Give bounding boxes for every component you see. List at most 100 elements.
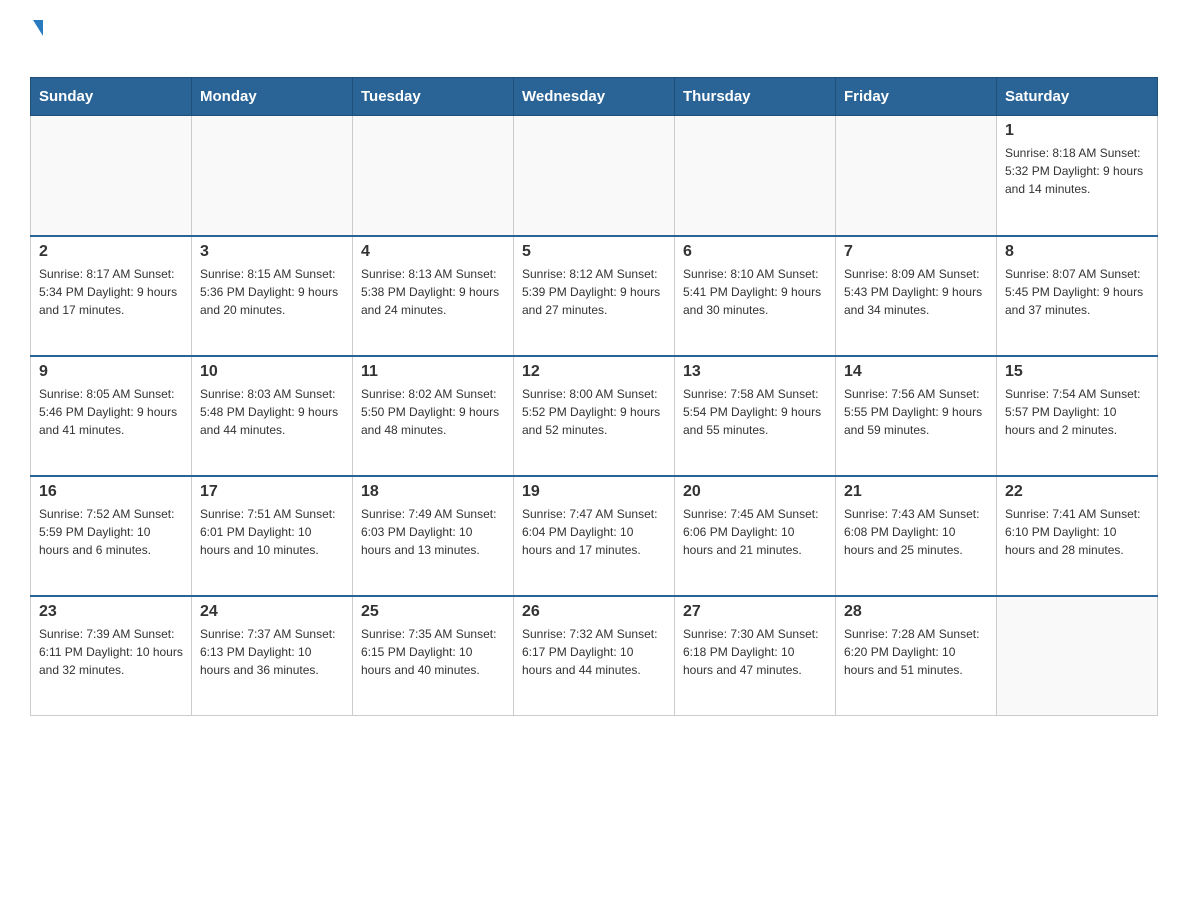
day-number: 24 bbox=[200, 603, 344, 621]
calendar-cell: 7 Sunrise: 8:09 AM Sunset: 5:43 PM Daylig… bbox=[836, 236, 997, 356]
calendar-cell: 12 Sunrise: 8:00 AM Sunset: 5:52 PM Dayli… bbox=[514, 356, 675, 476]
day-number: 12 bbox=[522, 363, 666, 381]
day-number: 11 bbox=[361, 363, 505, 381]
day-info: Sunrise: 8:10 AM Sunset: 5:41 PM Dayligh… bbox=[683, 265, 827, 319]
calendar-week-row: 23 Sunrise: 7:39 AM Sunset: 6:11 PM Dayli… bbox=[31, 596, 1158, 716]
day-info: Sunrise: 7:58 AM Sunset: 5:54 PM Dayligh… bbox=[683, 385, 827, 439]
weekday-header-wednesday: Wednesday bbox=[514, 78, 675, 116]
calendar-week-row: 1 Sunrise: 8:18 AM Sunset: 5:32 PM Daylig… bbox=[31, 116, 1158, 236]
day-info: Sunrise: 7:41 AM Sunset: 6:10 PM Dayligh… bbox=[1005, 505, 1149, 559]
calendar-cell bbox=[353, 116, 514, 236]
calendar-cell: 13Sunrise: 7:58 AM Sunset: 5:54 PM Dayli… bbox=[675, 356, 836, 476]
day-number: 3 bbox=[200, 243, 344, 261]
calendar-cell: 9 Sunrise: 8:05 AM Sunset: 5:46 PM Daylig… bbox=[31, 356, 192, 476]
day-number: 4 bbox=[361, 243, 505, 261]
logo bbox=[30, 20, 43, 67]
day-number: 2 bbox=[39, 243, 183, 261]
weekday-header-sunday: Sunday bbox=[31, 78, 192, 116]
weekday-header-row: SundayMondayTuesdayWednesdayThursdayFrid… bbox=[31, 78, 1158, 116]
calendar-cell bbox=[675, 116, 836, 236]
calendar-cell: 21 Sunrise: 7:43 AM Sunset: 6:08 PM Dayli… bbox=[836, 476, 997, 596]
calendar-cell: 15 Sunrise: 7:54 AM Sunset: 5:57 PM Dayli… bbox=[997, 356, 1158, 476]
day-info: Sunrise: 7:51 AM Sunset: 6:01 PM Dayligh… bbox=[200, 505, 344, 559]
day-info: Sunrise: 8:09 AM Sunset: 5:43 PM Dayligh… bbox=[844, 265, 988, 319]
day-info: Sunrise: 8:07 AM Sunset: 5:45 PM Dayligh… bbox=[1005, 265, 1149, 319]
day-info: Sunrise: 7:32 AM Sunset: 6:17 PM Dayligh… bbox=[522, 625, 666, 679]
day-info: Sunrise: 7:45 AM Sunset: 6:06 PM Dayligh… bbox=[683, 505, 827, 559]
calendar-cell: 25Sunrise: 7:35 AM Sunset: 6:15 PM Dayli… bbox=[353, 596, 514, 716]
page-header bbox=[30, 20, 1158, 67]
day-number: 27 bbox=[683, 603, 827, 621]
calendar-cell: 4 Sunrise: 8:13 AM Sunset: 5:38 PM Daylig… bbox=[353, 236, 514, 356]
calendar-cell: 20 Sunrise: 7:45 AM Sunset: 6:06 PM Dayli… bbox=[675, 476, 836, 596]
day-info: Sunrise: 8:02 AM Sunset: 5:50 PM Dayligh… bbox=[361, 385, 505, 439]
day-info: Sunrise: 7:37 AM Sunset: 6:13 PM Dayligh… bbox=[200, 625, 344, 679]
calendar-cell: 10Sunrise: 8:03 AM Sunset: 5:48 PM Dayli… bbox=[192, 356, 353, 476]
day-number: 26 bbox=[522, 603, 666, 621]
calendar-cell: 5 Sunrise: 8:12 AM Sunset: 5:39 PM Daylig… bbox=[514, 236, 675, 356]
calendar-cell bbox=[514, 116, 675, 236]
calendar-cell: 22 Sunrise: 7:41 AM Sunset: 6:10 PM Dayli… bbox=[997, 476, 1158, 596]
day-info: Sunrise: 7:43 AM Sunset: 6:08 PM Dayligh… bbox=[844, 505, 988, 559]
day-info: Sunrise: 7:52 AM Sunset: 5:59 PM Dayligh… bbox=[39, 505, 183, 559]
day-info: Sunrise: 8:12 AM Sunset: 5:39 PM Dayligh… bbox=[522, 265, 666, 319]
calendar-cell: 16Sunrise: 7:52 AM Sunset: 5:59 PM Dayli… bbox=[31, 476, 192, 596]
calendar-cell bbox=[997, 596, 1158, 716]
day-number: 21 bbox=[844, 483, 988, 501]
day-number: 28 bbox=[844, 603, 988, 621]
day-number: 14 bbox=[844, 363, 988, 381]
calendar-table: SundayMondayTuesdayWednesdayThursdayFrid… bbox=[30, 77, 1158, 716]
day-info: Sunrise: 7:49 AM Sunset: 6:03 PM Dayligh… bbox=[361, 505, 505, 559]
day-info: Sunrise: 7:54 AM Sunset: 5:57 PM Dayligh… bbox=[1005, 385, 1149, 439]
calendar-cell: 2 Sunrise: 8:17 AM Sunset: 5:34 PM Daylig… bbox=[31, 236, 192, 356]
calendar-cell: 28 Sunrise: 7:28 AM Sunset: 6:20 PM Dayli… bbox=[836, 596, 997, 716]
calendar-cell: 11 Sunrise: 8:02 AM Sunset: 5:50 PM Dayli… bbox=[353, 356, 514, 476]
calendar-cell: 19 Sunrise: 7:47 AM Sunset: 6:04 PM Dayli… bbox=[514, 476, 675, 596]
weekday-header-thursday: Thursday bbox=[675, 78, 836, 116]
day-number: 17 bbox=[200, 483, 344, 501]
day-number: 19 bbox=[522, 483, 666, 501]
day-number: 15 bbox=[1005, 363, 1149, 381]
calendar-cell: 24 Sunrise: 7:37 AM Sunset: 6:13 PM Dayli… bbox=[192, 596, 353, 716]
day-info: Sunrise: 7:56 AM Sunset: 5:55 PM Dayligh… bbox=[844, 385, 988, 439]
day-number: 7 bbox=[844, 243, 988, 261]
day-info: Sunrise: 8:03 AM Sunset: 5:48 PM Dayligh… bbox=[200, 385, 344, 439]
calendar-cell: 17 Sunrise: 7:51 AM Sunset: 6:01 PM Dayli… bbox=[192, 476, 353, 596]
day-info: Sunrise: 8:05 AM Sunset: 5:46 PM Dayligh… bbox=[39, 385, 183, 439]
calendar-cell: 3 Sunrise: 8:15 AM Sunset: 5:36 PM Daylig… bbox=[192, 236, 353, 356]
calendar-cell: 1 Sunrise: 8:18 AM Sunset: 5:32 PM Daylig… bbox=[997, 116, 1158, 236]
calendar-week-row: 9 Sunrise: 8:05 AM Sunset: 5:46 PM Daylig… bbox=[31, 356, 1158, 476]
day-number: 8 bbox=[1005, 243, 1149, 261]
day-number: 5 bbox=[522, 243, 666, 261]
day-number: 18 bbox=[361, 483, 505, 501]
day-info: Sunrise: 8:15 AM Sunset: 5:36 PM Dayligh… bbox=[200, 265, 344, 319]
day-info: Sunrise: 8:17 AM Sunset: 5:34 PM Dayligh… bbox=[39, 265, 183, 319]
calendar-cell bbox=[192, 116, 353, 236]
day-info: Sunrise: 7:28 AM Sunset: 6:20 PM Dayligh… bbox=[844, 625, 988, 679]
weekday-header-saturday: Saturday bbox=[997, 78, 1158, 116]
logo-arrow-icon bbox=[33, 20, 43, 36]
day-info: Sunrise: 7:47 AM Sunset: 6:04 PM Dayligh… bbox=[522, 505, 666, 559]
day-info: Sunrise: 7:39 AM Sunset: 6:11 PM Dayligh… bbox=[39, 625, 183, 679]
day-number: 9 bbox=[39, 363, 183, 381]
day-number: 22 bbox=[1005, 483, 1149, 501]
day-info: Sunrise: 8:00 AM Sunset: 5:52 PM Dayligh… bbox=[522, 385, 666, 439]
day-info: Sunrise: 8:18 AM Sunset: 5:32 PM Dayligh… bbox=[1005, 144, 1149, 198]
calendar-cell: 23 Sunrise: 7:39 AM Sunset: 6:11 PM Dayli… bbox=[31, 596, 192, 716]
calendar-cell: 18 Sunrise: 7:49 AM Sunset: 6:03 PM Dayli… bbox=[353, 476, 514, 596]
calendar-cell bbox=[836, 116, 997, 236]
day-info: Sunrise: 7:30 AM Sunset: 6:18 PM Dayligh… bbox=[683, 625, 827, 679]
calendar-cell: 27 Sunrise: 7:30 AM Sunset: 6:18 PM Dayli… bbox=[675, 596, 836, 716]
calendar-cell: 14 Sunrise: 7:56 AM Sunset: 5:55 PM Dayli… bbox=[836, 356, 997, 476]
calendar-cell: 8 Sunrise: 8:07 AM Sunset: 5:45 PM Daylig… bbox=[997, 236, 1158, 356]
day-number: 6 bbox=[683, 243, 827, 261]
calendar-week-row: 2 Sunrise: 8:17 AM Sunset: 5:34 PM Daylig… bbox=[31, 236, 1158, 356]
weekday-header-friday: Friday bbox=[836, 78, 997, 116]
day-number: 20 bbox=[683, 483, 827, 501]
day-number: 1 bbox=[1005, 122, 1149, 140]
weekday-header-monday: Monday bbox=[192, 78, 353, 116]
day-number: 25 bbox=[361, 603, 505, 621]
calendar-cell: 26 Sunrise: 7:32 AM Sunset: 6:17 PM Dayli… bbox=[514, 596, 675, 716]
day-number: 23 bbox=[39, 603, 183, 621]
day-info: Sunrise: 8:13 AM Sunset: 5:38 PM Dayligh… bbox=[361, 265, 505, 319]
